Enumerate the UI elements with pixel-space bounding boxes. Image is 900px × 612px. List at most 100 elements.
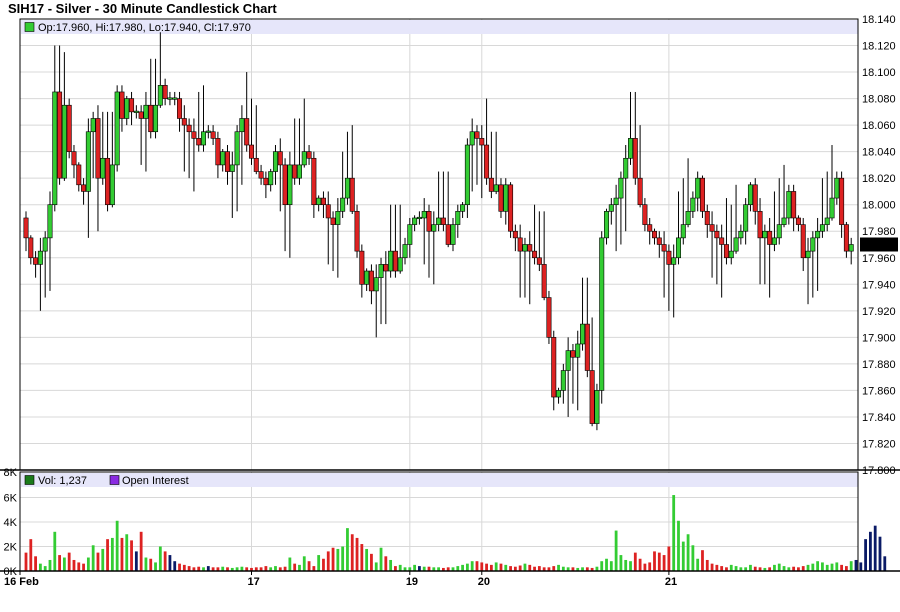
candle-body: [714, 230, 720, 239]
price-legend-text: Op:17.960, Hi:17.980, Lo:17.940, Cl:17.9…: [38, 22, 251, 34]
candle-body: [488, 177, 494, 192]
candle-body: [167, 97, 173, 100]
candle-body: [42, 237, 48, 252]
candle-body: [225, 151, 231, 172]
price-tick-label: 18.120: [862, 41, 896, 53]
candle-body: [628, 138, 634, 159]
candle-body: [306, 151, 312, 159]
candle-body: [205, 130, 211, 133]
candle-body: [618, 177, 624, 199]
volume-bar: [302, 556, 306, 571]
candle-body: [762, 230, 768, 239]
candle-body: [210, 131, 216, 139]
volume-bar: [686, 534, 690, 571]
volume-bar: [696, 558, 700, 571]
volume-bar: [480, 562, 484, 571]
candle-body: [728, 250, 734, 259]
candle-body: [373, 277, 379, 292]
candle-body: [340, 197, 346, 212]
volume-bar: [648, 562, 652, 571]
candle-body: [215, 138, 221, 166]
volume-bar: [806, 564, 810, 571]
volume-bar: [489, 564, 493, 571]
volume-bar: [868, 531, 872, 571]
volume-bar: [91, 545, 95, 571]
candle-body: [604, 211, 610, 239]
candle-body: [834, 177, 840, 199]
volume-bar: [134, 551, 138, 571]
volume-bar: [82, 563, 85, 571]
volume-bar: [341, 546, 345, 571]
price-tick-label: 18.140: [862, 14, 896, 26]
volume-bars: [24, 495, 887, 571]
price-tick-label: 17.880: [862, 359, 896, 371]
price-panel-frame: [19, 18, 859, 471]
volume-bar: [379, 547, 383, 571]
volume-bar: [298, 564, 301, 571]
candle-body: [397, 257, 403, 272]
volume-bar: [499, 563, 503, 571]
candle-body: [824, 217, 830, 225]
candle-body: [426, 211, 432, 232]
candle-body: [81, 184, 87, 192]
candle-body: [848, 244, 854, 252]
candle-body: [795, 217, 801, 225]
volume-bar: [672, 495, 676, 571]
candle-body: [287, 164, 293, 206]
volume-legend-swatch: [24, 475, 35, 485]
candle-body: [23, 217, 29, 239]
volume-bar: [86, 557, 90, 571]
volume-bar: [58, 555, 61, 571]
price-tick-label: 17.920: [862, 306, 896, 318]
volume-bar: [144, 557, 148, 571]
candle-body: [680, 224, 686, 239]
volume-bar: [24, 552, 28, 571]
volume-bar: [494, 562, 498, 571]
volume-bar: [633, 552, 637, 571]
candle-body: [556, 390, 562, 398]
price-tick-label: 17.940: [862, 279, 896, 291]
volume-bar: [398, 564, 402, 571]
candle-body: [181, 118, 187, 126]
volume-bar: [178, 563, 181, 571]
candle-body: [484, 144, 490, 179]
candle-body: [474, 131, 480, 139]
volume-bar: [331, 547, 335, 571]
volume-bar: [504, 564, 508, 571]
volume-bar: [158, 546, 162, 571]
candle-body: [344, 177, 350, 199]
candle-body: [282, 164, 288, 206]
price-tick-label: 18.040: [862, 147, 896, 159]
candle-body: [819, 224, 825, 232]
candle-body: [109, 164, 115, 206]
candle-body: [320, 197, 326, 206]
candle-body: [244, 118, 250, 146]
candle-body: [709, 224, 715, 232]
candle-body: [445, 224, 451, 245]
price-tick-label: 18.060: [862, 120, 896, 132]
volume-legend-text: Vol: 1,237: [38, 475, 87, 487]
volume-bar: [288, 557, 292, 571]
candle-body: [416, 216, 422, 220]
volume-bar: [638, 558, 642, 571]
price-tick-label: 18.000: [862, 200, 896, 212]
candle-body: [392, 250, 398, 272]
candle-body: [129, 98, 135, 113]
volume-bar: [120, 537, 124, 571]
volume-bar: [370, 553, 373, 571]
candle-body: [37, 250, 43, 265]
volume-bar: [48, 559, 52, 571]
volume-bar: [864, 539, 867, 571]
x-axis: 16 Feb1719202122: [4, 571, 900, 588]
candle-body: [61, 104, 67, 179]
candle-body: [565, 350, 571, 371]
volume-bar: [307, 561, 311, 571]
candle-body: [733, 237, 739, 252]
candle-body: [469, 131, 475, 146]
price-tick-label: 17.860: [862, 385, 896, 397]
candle-body: [85, 131, 91, 192]
candle-body: [767, 230, 773, 245]
candle-body: [412, 217, 418, 225]
volume-bar: [149, 558, 153, 571]
volume-bar: [873, 525, 877, 571]
